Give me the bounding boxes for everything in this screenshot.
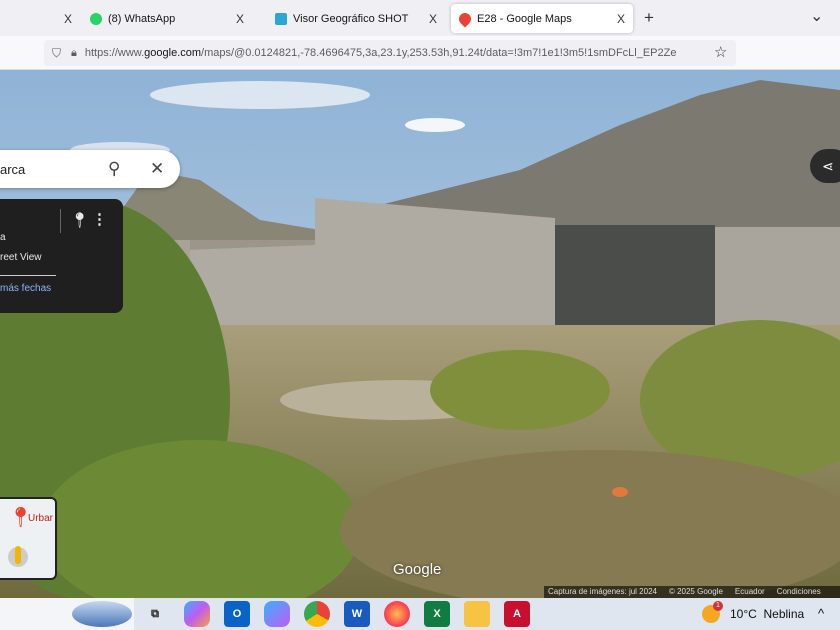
copilot-m365-icon[interactable] xyxy=(264,601,290,627)
firefox-icon[interactable] xyxy=(384,601,410,627)
url-prefix: https://www. xyxy=(84,47,145,59)
tab-whatsapp[interactable]: (8) WhatsApp X xyxy=(82,4,252,33)
close-tab-icon[interactable]: X xyxy=(429,12,437,26)
more-options-icon[interactable]: ⋮ xyxy=(92,210,107,228)
panel-address: a xyxy=(0,232,6,243)
whatsapp-icon xyxy=(90,12,102,25)
tab-label: (8) WhatsApp xyxy=(108,12,176,25)
search-box[interactable]: arca ⚲ ✕ xyxy=(0,150,180,188)
shield-icon[interactable]: ⛉ xyxy=(52,46,61,61)
copilot-icon[interactable] xyxy=(184,601,210,627)
copyright: © 2025 Google xyxy=(668,587,723,596)
close-tab-icon[interactable]: X xyxy=(236,12,244,26)
street-view[interactable]: arca ⚲ ✕ 📍︎ ⋮ a reet View más fechas ⋖ xyxy=(0,70,840,598)
acrobat-icon[interactable]: A xyxy=(504,601,530,627)
search-icon[interactable]: ⚲ xyxy=(108,159,120,179)
weather-text[interactable]: 10°C Neblina xyxy=(730,607,804,621)
tab-label: Visor Geográfico SHOT xyxy=(293,12,409,25)
divider xyxy=(60,209,61,233)
weather-temp: 10°C xyxy=(730,607,757,621)
google-logo: Google xyxy=(393,561,442,578)
tab-google-maps[interactable]: E28 - Google Maps X xyxy=(451,4,633,33)
terms-link[interactable]: Condiciones xyxy=(777,587,821,597)
country-link[interactable]: Ecuador xyxy=(735,587,765,597)
close-tab-icon[interactable]: X xyxy=(617,12,625,26)
nav-bar: ⛉ 🔒︎ https://www. google.com/maps/@0.0124… xyxy=(0,36,840,70)
imagery-date: Captura de imágenes: jul 2024 xyxy=(548,587,657,596)
more-dates-link[interactable]: más fechas xyxy=(0,283,51,294)
lock-icon[interactable]: 🔒︎ xyxy=(71,47,77,60)
outlook-icon[interactable]: O xyxy=(224,601,250,627)
url-field[interactable]: ⛉ 🔒︎ https://www. google.com/maps/@0.0124… xyxy=(44,40,736,66)
maps-pin-icon xyxy=(456,10,474,27)
weather-badge: 1 xyxy=(713,601,723,611)
url-domain: google.com xyxy=(144,47,202,59)
share-icon: ⋖ xyxy=(822,157,834,174)
task-view-icon[interactable]: ⧉ xyxy=(142,601,168,627)
share-button[interactable]: ⋖ xyxy=(810,149,840,183)
search-input[interactable]: arca xyxy=(0,162,25,177)
taskbar: ⧉ O W X A 1 10°C Neblina ^ xyxy=(0,598,840,630)
bookmark-star-icon[interactable]: ☆ xyxy=(714,43,727,61)
visor-icon xyxy=(275,12,287,25)
desktop-thumbnail[interactable] xyxy=(72,601,132,627)
divider xyxy=(0,275,56,276)
panel-street-view-label: reet View xyxy=(0,252,42,263)
excel-icon[interactable]: X xyxy=(424,601,450,627)
url-path: /maps/@0.0124821,-78.4696475,3a,23.1y,25… xyxy=(201,47,677,59)
street-view-info-panel: 📍︎ ⋮ a reet View más fechas xyxy=(0,199,123,313)
location-pin-icon[interactable]: 📍︎ xyxy=(70,211,89,229)
new-tab-button[interactable]: + xyxy=(644,8,654,28)
weather-desc: Neblina xyxy=(763,607,805,621)
clear-search-icon[interactable]: ✕ xyxy=(150,159,164,179)
word-icon[interactable]: W xyxy=(344,601,370,627)
tab-label: E28 - Google Maps xyxy=(477,12,572,25)
tab-visor[interactable]: Visor Geográfico SHOT X xyxy=(267,4,445,33)
file-explorer-icon[interactable] xyxy=(464,601,490,627)
tab-bar: X (8) WhatsApp X Visor Geográfico SHOT X E… xyxy=(0,0,840,36)
pegman-figure xyxy=(15,546,21,564)
tab-list-button[interactable]: ⌄ xyxy=(810,6,823,26)
tab-previous[interactable]: X xyxy=(0,4,80,33)
minimap[interactable]: 📍︎ Urbar xyxy=(0,497,57,580)
attribution-bar: Captura de imágenes: jul 2024 © 2025 Goo… xyxy=(544,586,840,598)
chrome-icon[interactable] xyxy=(304,601,330,627)
show-hidden-icons-button[interactable]: ^ xyxy=(818,606,824,621)
minimap-label: Urbar xyxy=(28,513,54,524)
close-tab-icon[interactable]: X xyxy=(64,12,72,26)
